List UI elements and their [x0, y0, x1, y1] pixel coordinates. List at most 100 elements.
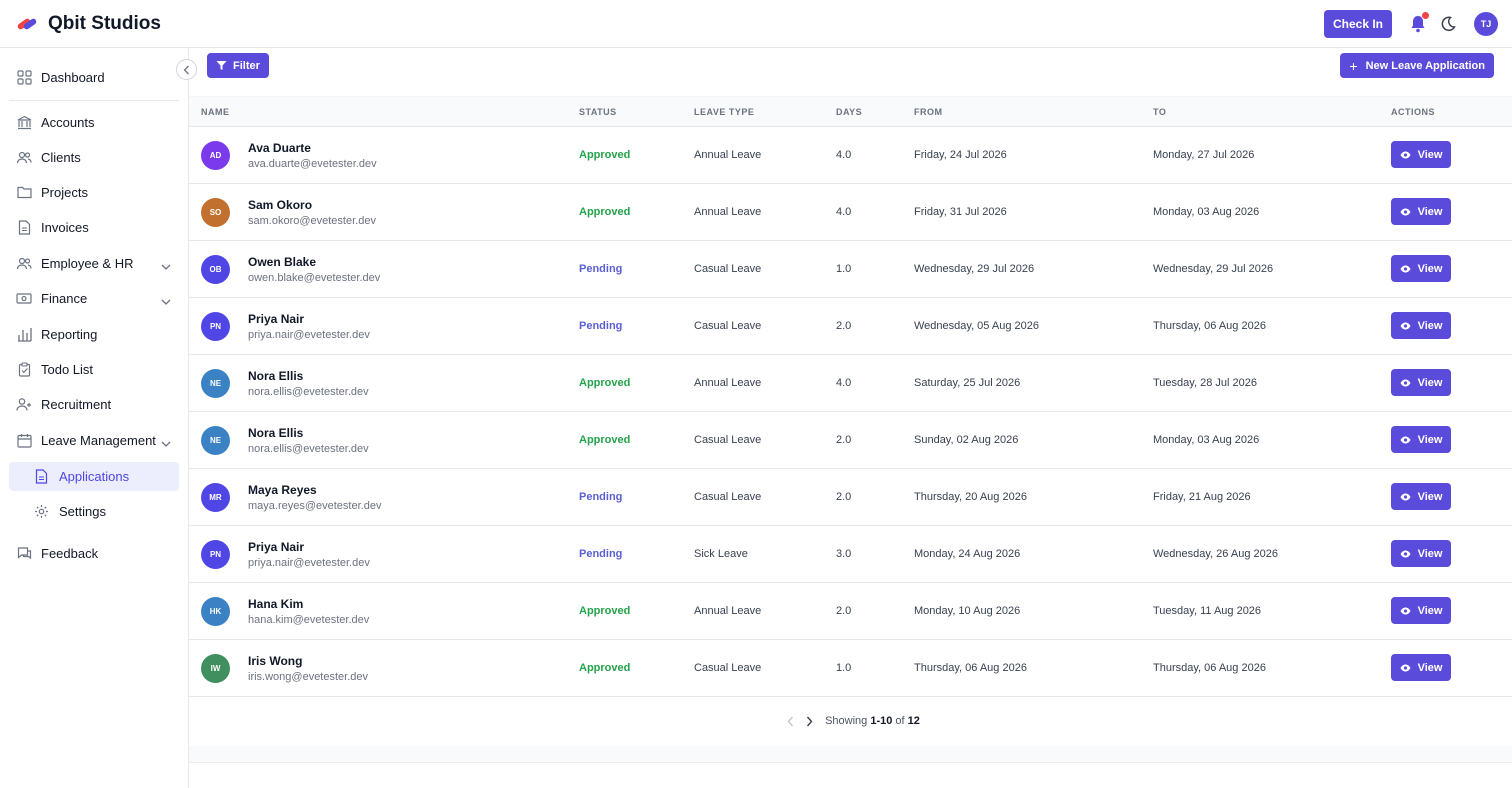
leave-type: Casual Leave	[694, 491, 762, 503]
view-button[interactable]: View	[1391, 654, 1451, 681]
pagination-range: 1-10	[870, 715, 893, 727]
leave-from-date: Saturday, 25 Jul 2026	[914, 377, 1021, 389]
next-page-button[interactable]	[806, 716, 813, 727]
table-header: NAME STATUS LEAVE TYPE DAYS FROM TO ACTI…	[189, 96, 1512, 127]
sidebar-item-todo-list[interactable]: Todo List	[9, 355, 179, 383]
sidebar-item-label: Todo List	[41, 361, 94, 377]
view-label: View	[1417, 490, 1443, 503]
eye-icon	[1400, 607, 1411, 614]
employee-email: maya.reyes@evetester.dev	[248, 500, 382, 512]
sidebar-item-label: Invoices	[41, 219, 89, 235]
sidebar-item-dashboard[interactable]: Dashboard	[9, 63, 179, 91]
leave-to-date: Tuesday, 28 Jul 2026	[1153, 377, 1257, 389]
leave-to-date: Wednesday, 29 Jul 2026	[1153, 263, 1274, 275]
notification-bell-icon[interactable]	[1410, 12, 1429, 33]
pagination: Showing 1-10 of 12	[189, 696, 1512, 746]
gear-icon	[33, 504, 49, 520]
leave-to-date: Wednesday, 26 Aug 2026	[1153, 548, 1278, 560]
sidebar-item-employee-hr[interactable]: Employee & HR	[9, 249, 179, 277]
filter-button[interactable]: Filter	[207, 53, 269, 78]
leave-to-date: Friday, 21 Aug 2026	[1153, 491, 1251, 503]
employee-avatar: PN	[201, 312, 230, 341]
chevron-left-icon	[787, 716, 794, 726]
leave-from-date: Wednesday, 29 Jul 2026	[914, 263, 1035, 275]
view-button[interactable]: View	[1391, 540, 1451, 567]
status-badge: Approved	[579, 149, 631, 161]
leave-from-date: Sunday, 02 Aug 2026	[914, 434, 1019, 446]
leave-days: 2.0	[836, 491, 852, 503]
table-row: PN Priya Nair priya.nair@evetester.dev Pend…	[189, 526, 1512, 583]
employee-name: Nora Ellis	[248, 426, 304, 440]
sidebar-item-reporting[interactable]: Reporting	[9, 320, 179, 348]
view-button[interactable]: View	[1391, 255, 1451, 282]
pagination-of: of	[895, 715, 905, 727]
column-header-from: FROM	[914, 107, 943, 117]
leave-days: 4.0	[836, 149, 852, 161]
dark-mode-icon[interactable]	[1440, 16, 1456, 32]
money-icon	[16, 290, 32, 306]
employee-name: Maya Reyes	[248, 483, 317, 497]
previous-page-button[interactable]	[787, 716, 794, 727]
table-row: NE Nora Ellis nora.ellis@evetester.dev Appr…	[189, 355, 1512, 412]
employee-email: sam.okoro@evetester.dev	[248, 215, 376, 227]
sidebar-item-label: Projects	[41, 184, 88, 200]
leave-type: Annual Leave	[694, 149, 762, 161]
leave-type: Annual Leave	[694, 377, 762, 389]
new-leave-application-button[interactable]: + New Leave Application	[1340, 53, 1494, 78]
collapse-sidebar-button[interactable]	[176, 59, 197, 80]
leave-type: Annual Leave	[694, 206, 762, 218]
folder-icon	[16, 184, 32, 200]
view-button[interactable]: View	[1391, 597, 1451, 624]
view-button[interactable]: View	[1391, 426, 1451, 453]
leave-days: 3.0	[836, 548, 852, 560]
sidebar-item-label: Leave Management	[41, 432, 156, 448]
leave-to-date: Thursday, 06 Aug 2026	[1153, 662, 1266, 674]
employee-name: Sam Okoro	[248, 198, 313, 212]
table-row: HK Hana Kim hana.kim@evetester.dev Approved…	[189, 583, 1512, 640]
sidebar-item-invoices[interactable]: Invoices	[9, 213, 179, 241]
leave-days: 4.0	[836, 377, 852, 389]
sidebar-item-clients[interactable]: Clients	[9, 143, 179, 171]
sidebar-item-recruitment[interactable]: Recruitment	[9, 390, 179, 418]
status-badge: Pending	[579, 548, 623, 560]
check-in-button[interactable]: Check In	[1323, 10, 1392, 38]
employee-avatar: PN	[201, 540, 230, 569]
sidebar-item-label: Recruitment	[41, 396, 112, 412]
eye-icon	[1400, 265, 1411, 272]
chevron-down-icon	[161, 435, 171, 450]
leave-type: Sick Leave	[694, 548, 748, 560]
sidebar-item-feedback[interactable]: Feedback	[9, 539, 179, 567]
employee-avatar: MR	[201, 483, 230, 512]
sidebar-item-finance[interactable]: Finance	[9, 284, 179, 312]
sidebar-item-projects[interactable]: Projects	[9, 178, 179, 206]
sidebar-item-leave-management[interactable]: Leave Management	[9, 426, 179, 454]
leave-days: 1.0	[836, 263, 852, 275]
view-label: View	[1417, 319, 1443, 332]
eye-icon	[1400, 379, 1411, 386]
document-icon	[33, 469, 49, 485]
view-label: View	[1417, 148, 1443, 161]
table-row: OB Owen Blake owen.blake@evetester.dev Pend…	[189, 241, 1512, 298]
filter-label: Filter	[233, 59, 260, 72]
sidebar-item-accounts[interactable]: Accounts	[9, 108, 179, 136]
leave-to-date: Thursday, 06 Aug 2026	[1153, 320, 1266, 332]
employee-name: Iris Wong	[248, 654, 303, 668]
view-button[interactable]: View	[1391, 141, 1451, 168]
sidebar-subitem-settings[interactable]: Settings	[9, 497, 179, 526]
user-avatar[interactable]: TJ	[1474, 12, 1498, 36]
sidebar: Dashboard Accounts Clients Projects Invo…	[0, 48, 189, 788]
document-icon	[16, 219, 32, 235]
view-button[interactable]: View	[1391, 483, 1451, 510]
view-button[interactable]: View	[1391, 312, 1451, 339]
employee-name: Hana Kim	[248, 597, 304, 611]
sidebar-subitem-applications[interactable]: Applications	[9, 462, 179, 491]
sidebar-item-label: Reporting	[41, 326, 98, 342]
view-button[interactable]: View	[1391, 198, 1451, 225]
leave-from-date: Monday, 24 Aug 2026	[914, 548, 1021, 560]
view-button[interactable]: View	[1391, 369, 1451, 396]
footer-band	[189, 746, 1512, 763]
bar-chart-icon	[16, 326, 32, 342]
column-header-leave-type: LEAVE TYPE	[694, 107, 755, 117]
view-label: View	[1417, 205, 1443, 218]
brand[interactable]: Qbit Studios	[16, 13, 161, 35]
